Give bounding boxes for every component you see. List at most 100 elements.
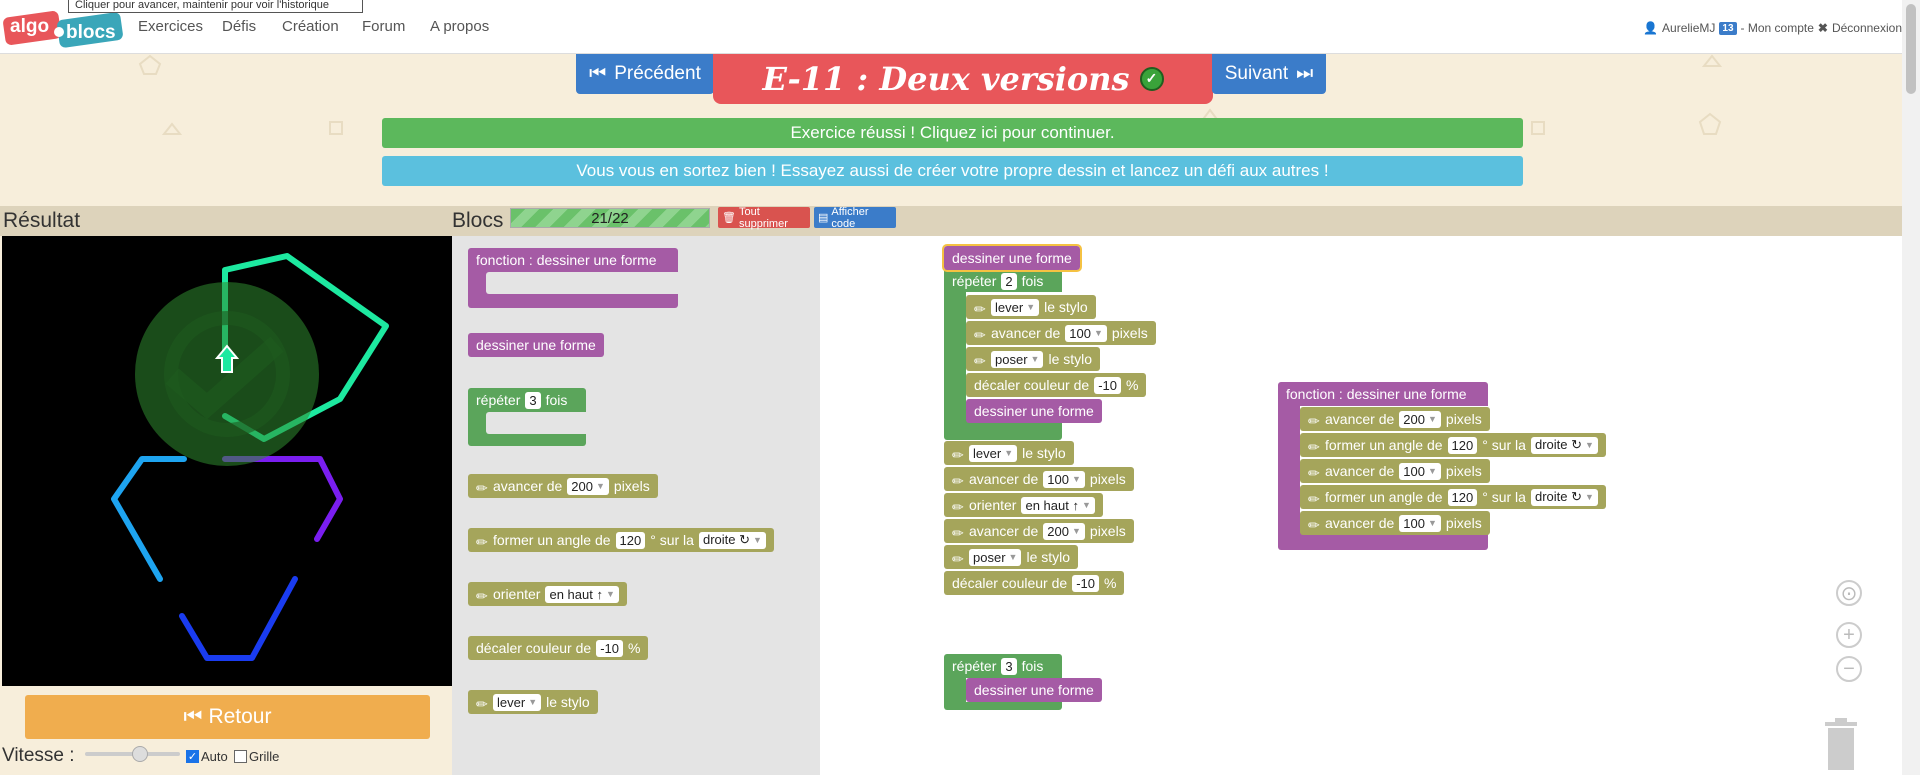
color-value-field[interactable]: -10 [1072,574,1099,592]
orient-dropdown[interactable]: en haut ↑ ▼ [1021,496,1095,514]
angle-text: former un angle de [1325,437,1443,453]
nav-link-forum[interactable]: Forum [362,18,405,35]
auto-checkbox[interactable]: ✓ Auto [186,749,228,764]
toolbox-call-block[interactable]: dessiner une forme [468,333,604,357]
dropdown-arrow-icon: ▼ [1427,414,1437,424]
main-orient-block[interactable]: ✏ orienter en haut ↑ ▼ [944,493,1103,517]
forward-value-field[interactable]: 100 ▼ [1399,514,1441,532]
previous-label: Précédent [614,63,701,84]
result-canvas [2,236,452,686]
retour-button[interactable]: ⏮ Retour [25,695,430,739]
retour-label: Retour [208,705,272,728]
main-lever-block[interactable]: ✏ lever ▼ le stylo [966,295,1096,319]
logout-link[interactable]: Déconnexion [1832,21,1902,35]
orient-text: orienter [969,497,1017,513]
toolbox-angle-block[interactable]: ✏ former un angle de 120 ° sur la droite… [468,528,774,552]
forward-value-field[interactable]: 200 ▼ [1043,522,1085,540]
angle-value-field[interactable]: 120 [1447,436,1478,454]
main-lever2-block[interactable]: ✏ lever ▼ le stylo [944,441,1074,465]
dropdown-arrow-icon: ▼ [1008,552,1018,562]
main-color2-block[interactable]: décaler couleur de -10 % [944,571,1125,595]
forward-value-field[interactable]: 200 ▼ [1399,410,1441,428]
color-value-field[interactable]: -10 [1094,376,1121,394]
func-forward2-block[interactable]: ✏ avancer de 100 ▼ pixels [1300,459,1490,483]
main-forward3-block[interactable]: ✏ avancer de 200 ▼ pixels [944,519,1134,543]
repeat-count-field[interactable]: 2 [1001,272,1017,290]
main-poser2-block[interactable]: ✏ poser ▼ le stylo [944,545,1079,569]
success-message[interactable]: Exercice réussi ! Cliquez ici pour conti… [382,118,1523,148]
pen-dropdown[interactable]: poser ▼ [991,350,1044,368]
previous-button[interactable]: ⏮ Précédent [576,54,714,94]
repeat-count-field[interactable]: 3 [1001,657,1017,675]
pen-dropdown[interactable]: lever ▼ [493,693,542,711]
dropdown-arrow-icon: ▼ [1026,302,1036,312]
direction-dropdown[interactable]: droite ↻ ▼ [1530,488,1598,506]
pen-dropdown[interactable]: lever ▼ [969,444,1018,462]
main-forward2-block[interactable]: ✏ avancer de 100 ▼ pixels [944,467,1134,491]
forward-value-field[interactable]: 100 ▼ [1043,470,1085,488]
speed-label: Vitesse : [2,745,75,766]
angle-value-field[interactable]: 120 [615,531,646,549]
toolbox-color-block[interactable]: décaler couleur de -10 % [468,636,649,660]
delete-all-button[interactable]: 🗑 Tout supprimer [718,206,810,230]
grid-checkbox[interactable]: Grille [234,749,279,764]
color-value-field[interactable]: -10 [596,639,623,657]
nav-link-apropos[interactable]: A propos [430,18,489,35]
pixels-text: pixels [1445,463,1482,479]
pencil-icon: ✏ [1308,465,1320,481]
toolbox-pen-block[interactable]: ✏ lever ▼ le stylo [468,690,598,714]
main-color-block[interactable]: décaler couleur de -10 % [966,373,1147,397]
speed-slider-knob[interactable] [132,746,148,762]
close-icon: ✖ [1817,21,1828,35]
skip-back-icon: ⏮ [589,63,607,84]
username[interactable]: AurelieMJ [1662,21,1715,35]
main-hat-block[interactable]: dessiner une forme [942,244,1082,272]
angle-value-field[interactable]: 120 [1447,488,1478,506]
main-call-block[interactable]: dessiner une forme [966,399,1102,423]
direction-dropdown[interactable]: droite ↻ ▼ [698,531,766,549]
pencil-icon: ✏ [1308,439,1320,455]
recenter-icon[interactable]: ⊙ [1836,580,1862,606]
pen-dropdown[interactable]: poser ▼ [969,548,1022,566]
func-angle-block[interactable]: ✏ former un angle de 120 ° sur la droite… [1300,433,1606,457]
function-def-label: fonction : dessiner une forme [1286,386,1467,402]
block-workspace: dessiner une forme répéter 2 fois ✏ leve… [820,236,1902,775]
page-scrollbar[interactable] [1902,0,1920,775]
zoom-out-icon[interactable]: − [1836,656,1862,682]
show-code-button[interactable]: ▤ Afficher code [814,206,896,230]
my-account-link[interactable]: - Mon compte [1741,21,1814,35]
exercise-title-text: E-11 : Deux versions [762,60,1130,98]
toolbox-orient-block[interactable]: ✏ orienter en haut ↑ ▼ [468,582,627,606]
orient-dropdown[interactable]: en haut ↑ ▼ [545,585,619,603]
forward-value-field[interactable]: 200 ▼ [567,477,609,495]
repeat-count-field[interactable]: 3 [525,391,541,409]
nav-link-creation[interactable]: Création [282,18,339,35]
auto-checkbox-box[interactable]: ✓ [186,750,199,763]
repeat-fois-text: fois [1021,273,1044,289]
forward-text: avancer de [1325,515,1395,531]
pen-dropdown[interactable]: lever ▼ [991,298,1040,316]
dropdown-arrow-icon: ▼ [1585,492,1594,502]
pencil-icon: ✏ [1308,491,1320,507]
func-forward3-block[interactable]: ✏ avancer de 100 ▼ pixels [1300,511,1490,535]
nav-link-defis[interactable]: Défis [222,18,256,35]
grid-checkbox-box[interactable] [234,750,247,763]
next-button[interactable]: Suivant ⏭ [1212,54,1326,94]
main-poser-block[interactable]: ✏ poser ▼ le stylo [966,347,1101,371]
nav-link-exercices[interactable]: Exercices [138,18,203,35]
pixels-text: pixels [1089,523,1126,539]
pixels-text: pixels [613,478,650,494]
forward-value-field[interactable]: 100 ▼ [1399,462,1441,480]
main-forward-block[interactable]: ✏ avancer de 100 ▼ pixels [966,321,1156,345]
page-scrollbar-thumb[interactable] [1906,4,1916,94]
func-forward-block[interactable]: ✏ avancer de 200 ▼ pixels [1300,407,1490,431]
forward-text: avancer de [1325,411,1395,427]
direction-dropdown[interactable]: droite ↻ ▼ [1530,436,1598,454]
func-angle2-block[interactable]: ✏ former un angle de 120 ° sur la droite… [1300,485,1606,509]
trash-icon[interactable] [1823,718,1859,770]
zoom-in-icon[interactable]: + [1836,622,1862,648]
toolbox-forward-block[interactable]: ✏ avancer de 200 ▼ pixels [468,474,658,498]
main-repeat2-call-block[interactable]: dessiner une forme [966,678,1102,702]
block-toolbox: fonction : dessiner une forme dessiner u… [452,236,820,775]
forward-value-field[interactable]: 100 ▼ [1065,324,1107,342]
